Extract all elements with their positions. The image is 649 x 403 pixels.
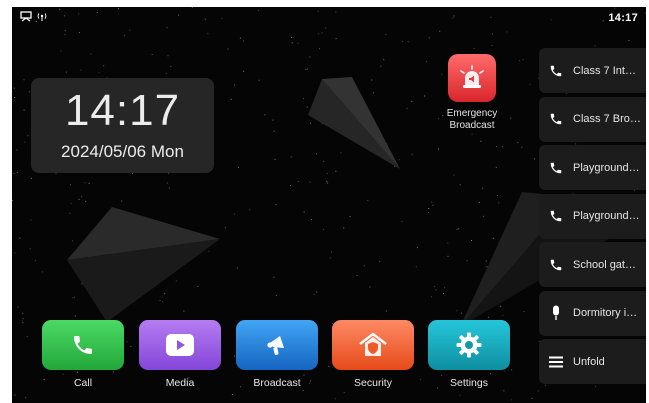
- phone-icon: [539, 209, 573, 223]
- sidebar-item-school-gate[interactable]: School gat…: [539, 242, 646, 287]
- clock-date: 2024/05/06 Mon: [61, 142, 184, 161]
- app-label: Settings: [450, 377, 488, 389]
- phone-icon: [539, 112, 573, 126]
- screen-cast-icon: [20, 9, 32, 27]
- app-media[interactable]: Media: [139, 320, 221, 389]
- app-label: Broadcast: [253, 377, 301, 389]
- status-time: 14:17: [608, 12, 638, 24]
- phone-icon: [42, 320, 124, 370]
- emergency-broadcast-button[interactable]: Emergency Broadcast: [440, 54, 504, 132]
- emergency-label-line2: Broadcast: [449, 120, 495, 131]
- app-security[interactable]: Security: [332, 320, 414, 389]
- app-broadcast[interactable]: Broadcast: [236, 320, 318, 389]
- app-settings[interactable]: Settings: [428, 320, 510, 389]
- status-bar: 14:17: [12, 7, 646, 29]
- sidebar-item-label: Playground…: [573, 161, 640, 174]
- emergency-label-line1: Emergency: [446, 108, 498, 119]
- phone-icon: [539, 161, 573, 175]
- unfold-button[interactable]: Unfold: [539, 339, 646, 384]
- phone-icon: [539, 64, 573, 78]
- microphone-icon: [539, 305, 573, 321]
- app-label: Media: [165, 377, 195, 389]
- unfold-label: Unfold: [573, 355, 605, 368]
- sidebar-item-label: Playground…: [573, 210, 640, 222]
- sidebar-item-label: Class 7 Inte…: [573, 64, 641, 77]
- app-call[interactable]: Call: [42, 320, 124, 389]
- play-icon: [139, 320, 221, 370]
- sidebar-item-class7-intercom[interactable]: Class 7 Inte…: [539, 48, 646, 93]
- siren-icon: [448, 54, 496, 102]
- sidebar-item-label: Class 7 Bro…: [573, 113, 641, 125]
- sidebar-item-playground-1[interactable]: Playground…: [539, 145, 646, 190]
- menu-icon: [539, 356, 573, 368]
- app-label: Call: [73, 377, 93, 389]
- device-screen: 14:17 14:17 2024/05/06 Mon Emergency Bro…: [12, 7, 646, 403]
- clock-time: 14:17: [64, 86, 181, 135]
- gear-icon: [428, 320, 510, 370]
- shield-home-icon: [332, 320, 414, 370]
- megaphone-icon: [236, 320, 318, 370]
- app-label: Security: [354, 377, 392, 389]
- sidebar-item-label: Dormitory i…: [573, 307, 638, 319]
- sidebar-item-playground-2[interactable]: Playground…: [539, 193, 646, 239]
- signal-icon: [37, 9, 47, 27]
- sidebar-item-class7-broadcast[interactable]: Class 7 Bro…: [539, 96, 646, 142]
- phone-icon: [539, 258, 573, 272]
- clock-widget[interactable]: 14:17 2024/05/06 Mon: [31, 78, 214, 173]
- sidebar-item-dormitory[interactable]: Dormitory i…: [539, 290, 646, 336]
- sidebar-item-label: School gat…: [573, 258, 636, 271]
